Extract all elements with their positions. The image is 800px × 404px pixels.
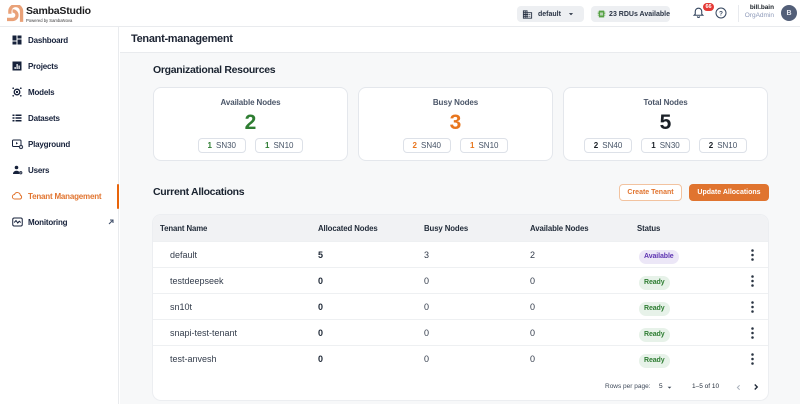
svg-text:?: ? xyxy=(719,10,723,17)
